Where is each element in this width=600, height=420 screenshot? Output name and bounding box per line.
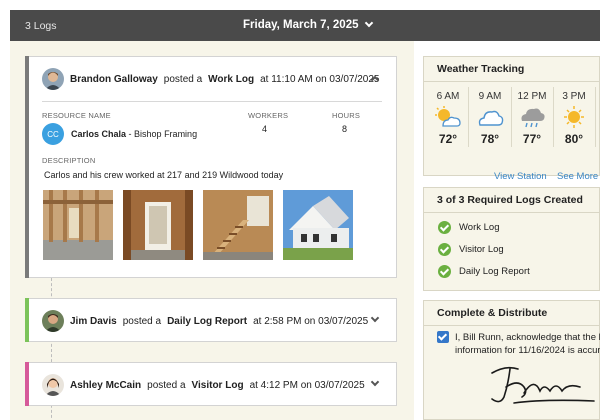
chevron-down-icon[interactable] bbox=[370, 313, 380, 323]
check-circle-icon bbox=[438, 243, 451, 256]
logs-count: 3 Logs bbox=[25, 20, 57, 32]
weather-hour: 6 AM 72° bbox=[430, 91, 466, 146]
divider bbox=[424, 212, 599, 213]
author-name[interactable]: Ashley McCain bbox=[70, 380, 141, 391]
log-type[interactable]: Daily Log Report bbox=[167, 316, 247, 327]
avatar bbox=[42, 374, 64, 396]
log-type[interactable]: Work Log bbox=[208, 74, 254, 85]
divider bbox=[553, 87, 554, 147]
divider bbox=[595, 87, 596, 147]
complete-distribute-panel: Complete & Distribute I, Bill Runn, ackn… bbox=[423, 300, 600, 420]
avatar bbox=[42, 310, 64, 332]
chevron-down-icon[interactable] bbox=[370, 377, 380, 387]
complete-title: Complete & Distribute bbox=[437, 307, 548, 319]
weather-hour: 3 PM 80° bbox=[556, 91, 592, 146]
photo-thumbnail[interactable] bbox=[123, 190, 193, 260]
sun-cloud-icon bbox=[433, 106, 463, 128]
hour-label: 12 PM bbox=[517, 91, 547, 102]
hour-label: 9 AM bbox=[478, 91, 502, 102]
required-item-label: Visitor Log bbox=[459, 244, 504, 255]
work-log-card: Brandon Galloway posted a Work Log at 11… bbox=[25, 56, 397, 278]
card-stripe bbox=[25, 298, 29, 342]
author-name[interactable]: Brandon Galloway bbox=[70, 74, 158, 85]
rain-cloud-icon bbox=[517, 106, 547, 128]
acknowledge-checkbox[interactable] bbox=[437, 331, 449, 343]
hours-value: 8 bbox=[342, 124, 348, 134]
weather-hour: 12 PM 77° bbox=[514, 91, 550, 146]
top-bar: 3 Logs Friday, March 7, 2025 bbox=[10, 10, 600, 41]
photo-thumbnail[interactable] bbox=[43, 190, 113, 260]
resource-row: Carlos Chala - Bishop Framing bbox=[71, 129, 197, 139]
hour-label: 6 AM bbox=[436, 91, 460, 102]
description-text: Carlos and his crew worked at 217 and 21… bbox=[44, 170, 284, 180]
chevron-down-icon bbox=[365, 18, 374, 28]
divider bbox=[42, 101, 382, 102]
see-more-link[interactable]: See More D bbox=[557, 171, 600, 182]
required-title: 3 of 3 Required Logs Created bbox=[437, 194, 583, 206]
resource-name-label: RESOURCE NAME bbox=[42, 111, 111, 120]
required-item: Visitor Log bbox=[438, 243, 504, 256]
description-label: DESCRIPTION bbox=[42, 156, 96, 165]
card-header: Ashley McCain posted a Visitor Log at 4:… bbox=[42, 374, 365, 396]
weather-panel: Weather Tracking 6 AM 72° 9 AM 78° 12 PM… bbox=[423, 56, 600, 182]
acknowledge-line: I, Bill Runn, acknowledge that the log bbox=[455, 332, 600, 343]
divider bbox=[424, 81, 599, 82]
timestamp: at 4:12 PM on 03/07/2025 bbox=[249, 379, 365, 391]
temperature: 77° bbox=[522, 132, 542, 146]
timestamp: at 2:58 PM on 03/07/2025 bbox=[253, 315, 369, 327]
sun-icon bbox=[559, 106, 589, 128]
resource-avatar: CC bbox=[42, 123, 64, 145]
weather-title: Weather Tracking bbox=[437, 63, 525, 75]
workers-label: WORKERS bbox=[248, 111, 289, 120]
photo-thumbnail[interactable] bbox=[203, 190, 273, 260]
check-circle-icon bbox=[438, 265, 451, 278]
author-name[interactable]: Jim Davis bbox=[70, 316, 117, 327]
log-type[interactable]: Visitor Log bbox=[192, 380, 244, 391]
workers-value: 4 bbox=[262, 124, 268, 134]
required-item: Daily Log Report bbox=[438, 265, 530, 278]
date-label: Friday, March 7, 2025 bbox=[243, 19, 359, 31]
divider bbox=[468, 87, 469, 147]
check-circle-icon bbox=[438, 221, 451, 234]
hours-label: HOURS bbox=[332, 111, 361, 120]
visitor-log-card[interactable]: Ashley McCain posted a Visitor Log at 4:… bbox=[25, 362, 397, 406]
card-stripe bbox=[25, 56, 29, 278]
required-item-label: Work Log bbox=[459, 222, 500, 233]
daily-log-report-card[interactable]: Jim Davis posted a Daily Log Report at 2… bbox=[25, 298, 397, 342]
temperature: 78° bbox=[480, 132, 500, 146]
divider bbox=[511, 87, 512, 147]
resource-name[interactable]: Carlos Chala bbox=[71, 129, 126, 139]
card-header: Brandon Galloway posted a Work Log at 11… bbox=[42, 68, 379, 90]
weather-hour: 9 AM 78° bbox=[472, 91, 508, 146]
required-item-label: Daily Log Report bbox=[459, 266, 530, 277]
posted-text: posted a bbox=[163, 73, 203, 85]
acknowledge-line: information for 11/16/2024 is accurat bbox=[455, 345, 600, 356]
temperature: 72° bbox=[438, 132, 458, 146]
card-stripe bbox=[25, 362, 29, 406]
timestamp: at 11:10 AM on 03/07/2025 bbox=[260, 73, 380, 85]
required-item: Work Log bbox=[438, 221, 499, 234]
temperature: 80° bbox=[564, 132, 584, 146]
acknowledge-text: I, Bill Runn, acknowledge that the log i… bbox=[455, 331, 600, 357]
view-station-link[interactable]: View Station bbox=[494, 171, 547, 182]
posted-text: posted a bbox=[147, 379, 186, 391]
resource-company: - Bishop Framing bbox=[128, 129, 198, 139]
photo-thumbnail[interactable] bbox=[283, 190, 353, 260]
cloud-icon bbox=[475, 106, 505, 128]
date-selector[interactable]: Friday, March 7, 2025 bbox=[243, 18, 374, 31]
signature-image bbox=[491, 366, 595, 404]
card-header: Jim Davis posted a Daily Log Report at 2… bbox=[42, 310, 368, 332]
required-logs-panel: 3 of 3 Required Logs Created Work Log Vi… bbox=[423, 187, 600, 291]
divider bbox=[424, 325, 599, 326]
posted-text: posted a bbox=[122, 315, 162, 327]
hour-label: 3 PM bbox=[562, 91, 586, 102]
avatar bbox=[42, 68, 64, 90]
